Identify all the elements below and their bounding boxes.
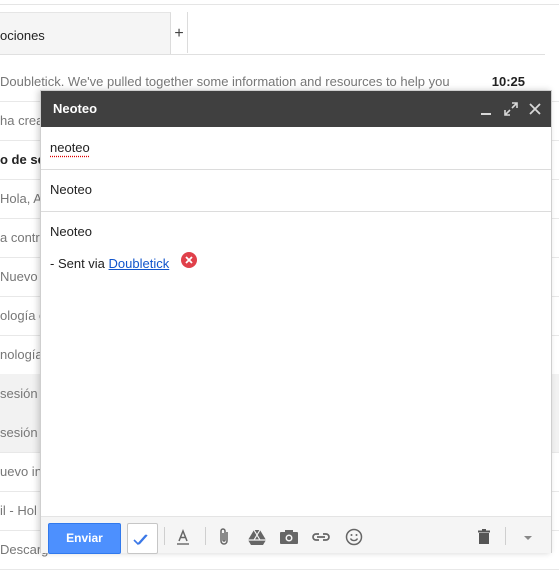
list-item-snippet: ología c: [0, 308, 46, 323]
list-item-snippet: nología: [0, 347, 43, 362]
tab-promociones[interactable]: ociones: [0, 12, 171, 54]
subject-field[interactable]: Neoteo: [41, 170, 551, 212]
camera-icon[interactable]: [277, 525, 301, 549]
list-item-snippet: Hola, A: [0, 191, 42, 206]
send-button[interactable]: Enviar: [48, 523, 121, 554]
trash-icon[interactable]: [472, 525, 496, 549]
link-icon[interactable]: [309, 525, 333, 549]
category-tab-bar: ociones +: [0, 12, 545, 55]
list-item-snippet: o de se: [0, 152, 45, 167]
list-item-snippet: uevo in: [0, 464, 42, 479]
compose-window: Neoteo neoteo Neoteo Neoteo - Sent via D…: [40, 90, 552, 554]
list-item-snippet: Doubletick. We've pulled together some i…: [0, 74, 450, 89]
add-tab-button[interactable]: +: [171, 12, 188, 53]
message-body[interactable]: Neoteo - Sent via Doubletick: [41, 212, 551, 512]
toolbar-separator: [205, 527, 206, 545]
to-field[interactable]: neoteo: [41, 128, 551, 170]
expand-icon[interactable]: [501, 99, 521, 119]
remove-signature-icon[interactable]: [181, 252, 197, 268]
subject-field-value: Neoteo: [50, 182, 92, 197]
smiley-icon[interactable]: [342, 525, 366, 549]
doubletick-link[interactable]: Doubletick: [109, 256, 170, 271]
top-divider: [0, 4, 559, 5]
toolbar-separator: [164, 527, 165, 545]
signature: - Sent via Doubletick: [50, 256, 169, 271]
minimize-icon[interactable]: [476, 99, 496, 119]
tab-label: ociones: [0, 28, 45, 43]
close-icon[interactable]: [525, 99, 545, 119]
drive-icon[interactable]: [245, 525, 269, 549]
dropdown-arrow-icon[interactable]: [516, 525, 540, 549]
list-item-snippet: il - Hol: [0, 503, 37, 518]
paperclip-icon[interactable]: [213, 525, 237, 549]
list-item-snippet: ha crea: [0, 113, 44, 128]
body-text: Neoteo: [50, 224, 92, 239]
to-field-value: neoteo: [50, 140, 90, 155]
text-format-icon[interactable]: [171, 525, 195, 549]
compose-header[interactable]: Neoteo: [41, 91, 551, 127]
list-item-time: 10:25: [491, 74, 525, 89]
compose-toolbar: Enviar: [41, 516, 551, 554]
compose-title: Neoteo: [53, 101, 98, 116]
double-check-icon[interactable]: [127, 523, 158, 554]
toolbar-separator: [505, 527, 506, 545]
signature-prefix: - Sent via: [50, 256, 109, 271]
